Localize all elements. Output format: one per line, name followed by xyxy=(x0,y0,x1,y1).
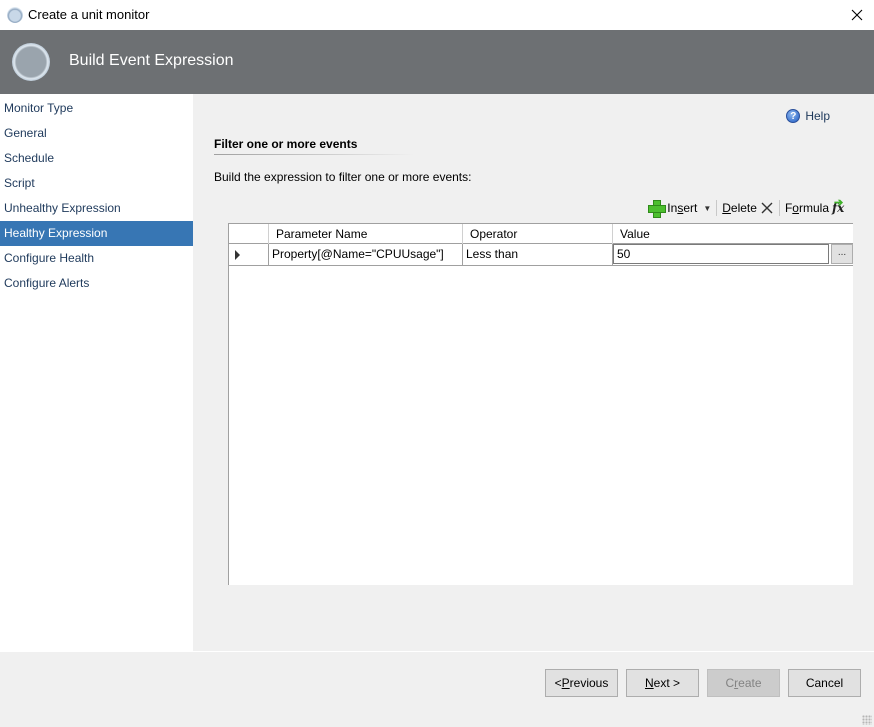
column-header-operator[interactable]: Operator xyxy=(463,224,613,244)
cell-parameter-name[interactable]: Property[@Name="CPUUsage"] xyxy=(269,244,463,265)
wizard-sidebar: Monitor Type General Schedule Script Unh… xyxy=(0,94,193,651)
sidebar-item-general[interactable]: General xyxy=(0,121,193,146)
value-browse-button[interactable]: ... xyxy=(831,244,853,264)
section-description: Build the expression to filter one or mo… xyxy=(214,170,472,184)
next-button[interactable]: Next > xyxy=(626,669,699,697)
title-bar: Create a unit monitor xyxy=(0,0,874,30)
page-title: Build Event Expression xyxy=(69,52,234,69)
resize-grip[interactable] xyxy=(862,715,872,725)
app-icon xyxy=(7,7,23,23)
sidebar-item-healthy-expression[interactable]: Healthy Expression xyxy=(0,221,193,246)
column-header-value[interactable]: Value xyxy=(613,224,853,244)
main-content: ? Help Filter one or more events Build t… xyxy=(193,94,874,651)
create-button[interactable]: Cr eate xyxy=(707,669,780,697)
cell-operator[interactable]: Less than xyxy=(463,244,613,265)
row-selector[interactable] xyxy=(229,244,269,265)
formula-label: Formula xyxy=(784,201,829,215)
delete-button[interactable]: Delete xyxy=(717,198,779,218)
section-divider xyxy=(214,154,414,155)
sidebar-item-script[interactable]: Script xyxy=(0,171,193,196)
page-header: Build Event Expression xyxy=(0,30,874,94)
plus-icon xyxy=(648,200,667,218)
sidebar-item-unhealthy-expression[interactable]: Unhealthy Expression xyxy=(0,196,193,221)
insert-label: Insert xyxy=(667,201,698,215)
sidebar-item-configure-alerts[interactable]: Configure Alerts xyxy=(0,271,193,296)
footer-divider xyxy=(0,651,874,652)
grid-header: Parameter Name Operator Value xyxy=(229,224,853,244)
wizard-icon xyxy=(12,43,50,81)
sidebar-item-monitor-type[interactable]: Monitor Type xyxy=(0,96,193,121)
cell-value: ... xyxy=(613,244,853,265)
close-button[interactable] xyxy=(840,0,874,30)
dropdown-caret-icon: ▼ xyxy=(703,203,712,213)
cancel-button[interactable]: Cancel xyxy=(788,669,861,697)
window-title: Create a unit monitor xyxy=(28,7,150,22)
column-header-parameter-name[interactable]: Parameter Name xyxy=(269,224,463,244)
table-row[interactable]: Property[@Name="CPUUsage"] Less than ... xyxy=(229,244,853,266)
delete-x-icon xyxy=(761,202,773,214)
value-input[interactable] xyxy=(613,244,829,264)
expression-toolbar: Insert ▼ Delete Formula ➔ fx xyxy=(643,196,853,218)
formula-button[interactable]: Formula ➔ fx xyxy=(780,196,853,218)
formula-fx-icon: ➔ fx xyxy=(832,196,845,215)
sidebar-item-configure-health[interactable]: Configure Health xyxy=(0,246,193,271)
section-title: Filter one or more events xyxy=(214,137,358,151)
help-icon: ? xyxy=(786,109,801,123)
expression-grid: Parameter Name Operator Value Property[@… xyxy=(228,223,853,585)
insert-button[interactable]: Insert ▼ xyxy=(643,198,716,218)
current-row-arrow-icon xyxy=(235,250,240,260)
help-label: Help xyxy=(805,109,830,123)
row-header-column xyxy=(229,224,269,244)
delete-label: Delete xyxy=(722,201,757,215)
sidebar-item-schedule[interactable]: Schedule xyxy=(0,146,193,171)
close-icon xyxy=(851,9,863,21)
previous-button[interactable]: < Previous xyxy=(545,669,618,697)
help-link[interactable]: ? Help xyxy=(786,109,830,123)
